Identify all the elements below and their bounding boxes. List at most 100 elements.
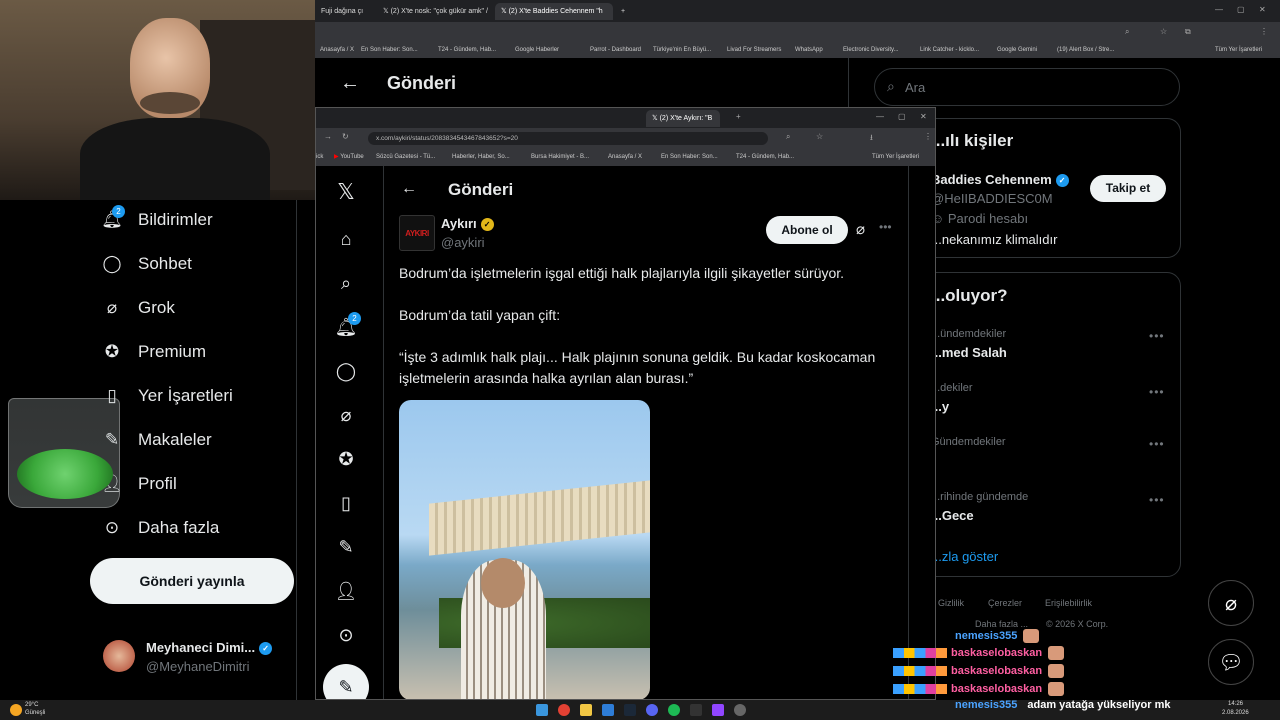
bookmark[interactable]: ▶ YouTube (334, 148, 364, 166)
post-video[interactable] (399, 400, 650, 699)
footer-link[interactable]: Erişilebilirlik (1045, 598, 1092, 608)
trend-name[interactable]: ...med Salah (931, 345, 1007, 360)
minimize-icon[interactable]: — (876, 112, 884, 121)
bookmark[interactable]: Sözcü Gazetesi - Tü... (376, 148, 435, 166)
forward-icon[interactable]: → (324, 132, 332, 141)
browser-tab[interactable]: Fuji dağına çı (315, 3, 375, 20)
browser-tab-active[interactable]: 𝕏 (2) X'te Baddies Cehennem "h (495, 3, 613, 20)
zoom-icon[interactable]: ⌕ (786, 132, 790, 142)
spotify-icon[interactable] (668, 704, 680, 716)
footer-link[interactable]: Çerezler (988, 598, 1022, 608)
minimize-icon[interactable]: — (1215, 5, 1223, 14)
app-icon[interactable] (602, 704, 614, 716)
bookmark[interactable]: (19) Alert Box / Stre... (1057, 42, 1114, 58)
chrome-icon[interactable] (558, 704, 570, 716)
bookmark[interactable]: WhatsApp (795, 42, 823, 58)
bookmark[interactable]: T24 - Gündem, Hab... (438, 42, 496, 58)
file-explorer-icon[interactable] (580, 704, 592, 716)
trend-more-icon[interactable]: ••• (1149, 437, 1165, 451)
article-icon[interactable]: ✎ (333, 537, 359, 558)
bookmarks-folder[interactable]: Tüm Yer İşaretleri (1215, 42, 1262, 58)
trend-more-icon[interactable]: ••• (1149, 329, 1165, 343)
download-icon[interactable]: ⭳ (870, 132, 873, 146)
search-icon[interactable]: ⌕ (333, 273, 359, 294)
avatar[interactable] (103, 640, 135, 672)
back-arrow-icon[interactable]: ← (401, 180, 417, 198)
more-icon[interactable]: ⊙ (333, 625, 359, 646)
premium-icon[interactable]: ✪ (333, 449, 359, 470)
suggested-account-name[interactable]: Baddies Cehennem ✓ (931, 172, 1069, 188)
url-bar[interactable]: x.com/aykiri/status/2083834543467843652?… (368, 132, 768, 145)
bookmark-icon[interactable]: ▯ (333, 493, 359, 514)
discord-icon[interactable] (646, 704, 658, 716)
bookmark[interactable]: Google Haberler (515, 42, 559, 58)
browser-tab-active[interactable]: 𝕏 (2) X'te Aykırı: "B (646, 110, 720, 127)
menu-icon[interactable]: ⋮ (924, 132, 932, 141)
bookmark[interactable]: Livad For Streamers (727, 42, 781, 58)
follow-button[interactable]: Takip et (1090, 175, 1166, 202)
grok-icon[interactable]: ⌀ (856, 220, 865, 238)
new-tab-button[interactable]: + (615, 3, 631, 20)
search-input[interactable]: ⌕ Ara (874, 68, 1180, 106)
maximize-icon[interactable]: ▢ (1237, 5, 1245, 14)
footer-link[interactable]: Gizlilik (938, 598, 964, 608)
more-options-icon[interactable]: ••• (879, 220, 892, 234)
messages-fab[interactable]: 💬︎ (1208, 639, 1254, 685)
reload-icon[interactable]: ↻ (342, 132, 349, 141)
star-icon[interactable]: ☆ (816, 132, 823, 141)
grok-fab[interactable]: ⌀ (1208, 580, 1254, 626)
nav-grok[interactable]: ⌀ Grok (100, 298, 175, 318)
show-more-link[interactable]: ...zla göster (931, 549, 998, 564)
star-icon[interactable]: ☆ (1160, 27, 1167, 36)
post-button[interactable]: Gönderi yayınla (90, 558, 294, 604)
trend-more-icon[interactable]: ••• (1149, 493, 1165, 507)
footer-link[interactable]: Daha fazla ... (975, 619, 1028, 629)
nav-chat[interactable]: ◯ Sohbet (100, 254, 191, 274)
home-icon[interactable]: ⌂ (333, 229, 359, 250)
nav-more[interactable]: ⊙ Daha fazla (100, 518, 219, 538)
profile-name[interactable]: Meyhaneci Dimi... ✓ (146, 640, 273, 656)
extensions-icon[interactable]: ⧉ (1185, 27, 1191, 37)
person-icon[interactable]: 👤︎ (333, 581, 359, 602)
suggested-account-bio: ...nekanımız klimalıdır (931, 232, 1058, 247)
bookmark[interactable]: Türkiye'nin En Büyü... (653, 42, 711, 58)
bookmark[interactable]: Haberler, Haber, So... (452, 148, 510, 166)
close-icon[interactable]: ✕ (920, 112, 927, 121)
weather-temp[interactable]: 29°C (25, 702, 38, 708)
bookmark[interactable]: Anasayfa / X (608, 148, 642, 166)
bookmark[interactable]: Bursa Hakimiyet - B... (531, 148, 589, 166)
trends-title: ...oluyor? (931, 286, 1008, 305)
subscribe-button[interactable]: Abone ol (766, 216, 848, 244)
twitch-icon[interactable] (712, 704, 724, 716)
nav-premium[interactable]: ✪ Premium (100, 342, 206, 362)
bookmark[interactable]: Parrot - Dashboard (590, 42, 641, 58)
author-name[interactable]: Aykırı ✓ (441, 216, 494, 232)
grok-icon[interactable]: ⌀ (333, 405, 359, 426)
bookmark[interactable]: Electronic Diversity... (843, 42, 899, 58)
avatar[interactable]: AYKIRI (399, 215, 435, 251)
steam-icon[interactable] (624, 704, 636, 716)
trend-more-icon[interactable]: ••• (1149, 385, 1165, 399)
bookmark[interactable]: En Son Haber: Son... (361, 42, 418, 58)
maximize-icon[interactable]: ▢ (898, 112, 906, 121)
bookmarks-folder[interactable]: Tüm Yer İşaretleri (872, 148, 919, 166)
bookmark[interactable]: T24 - Gündem, Hab... (736, 148, 794, 166)
bookmark[interactable]: Google Gemini (997, 42, 1037, 58)
epic-games-icon[interactable] (690, 704, 702, 716)
back-arrow-icon[interactable]: ← (340, 72, 360, 95)
close-icon[interactable]: ✕ (1259, 5, 1266, 14)
menu-icon[interactable]: ⋮ (1260, 27, 1268, 36)
obs-icon[interactable] (734, 704, 746, 716)
clock-time[interactable]: 14:26 (1228, 701, 1243, 707)
browser-tab[interactable]: 𝕏 (2) X'te nosk: "çok gükür amk" / (377, 3, 493, 20)
bookmark[interactable]: Link Catcher - kicklo... (920, 42, 979, 58)
bookmark[interactable]: En Son Haber: Son... (661, 148, 718, 166)
new-tab-button[interactable]: + (736, 112, 741, 121)
x-logo-icon[interactable]: 𝕏 (333, 179, 359, 205)
chat-icon[interactable]: ◯ (333, 361, 359, 382)
bookmark[interactable]: ick (316, 148, 323, 166)
bookmark[interactable]: Anasayfa / X (320, 42, 354, 58)
start-icon[interactable] (536, 704, 548, 716)
zoom-icon[interactable]: ⌕ (1125, 27, 1129, 37)
trend-name[interactable]: ...Gece (931, 508, 974, 523)
